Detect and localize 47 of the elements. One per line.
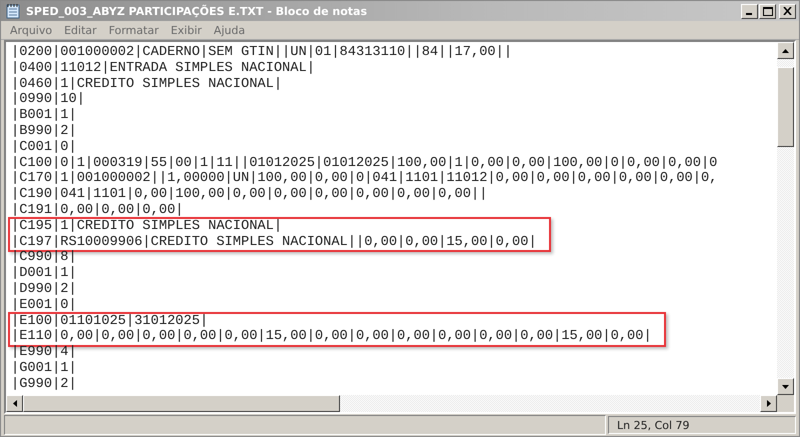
text-line: |C190|041|1101|0,00|100,00|0,00|0,00|0,00|0,00|0,00|0,00|| [11,187,488,203]
scroll-thumb[interactable] [23,395,340,412]
text-line: |C191|0,00|0,00|0,00| [11,202,184,219]
text-line: |E001|0| [11,298,78,314]
scroll-up-button[interactable] [777,42,794,59]
text-line: |D990|2| [11,282,78,298]
window-title: SPED_003_ABYZ PARTICIPAÇÕES E.TXT - Bloco de notas [26,4,368,18]
scroll-right-button[interactable] [760,395,777,412]
close-button[interactable] [779,4,796,18]
vertical-scrollbar[interactable] [777,42,794,395]
text-line: |0990|10| [11,92,86,108]
notepad-icon [6,3,20,19]
text-line: |D001|1| [11,266,78,282]
menu-item[interactable]: Ajuda [208,24,252,36]
text-line: |C990|8| [11,250,78,266]
scroll-down-button[interactable] [777,378,794,395]
right-arrow-icon [766,400,770,407]
text-line: |0460|1|CREDITO SIMPLES NACIONAL| [11,76,284,92]
cursor-position: Ln 25, Col 79 [608,416,796,434]
menu-item[interactable]: Formatar [102,24,165,36]
text-line: |0200|001000002|CADERNO|SEM GTIN||UN|01|84313110||84||17,00|| [11,45,514,61]
minimize-button[interactable] [741,4,758,18]
text-line: |E990|4| [11,345,78,361]
text-line: |C195|1|CREDITO SIMPLES NACIONAL| [11,218,284,235]
menu-item[interactable]: Editar [58,24,103,36]
text-line: |G990|2| [11,376,78,393]
horizontal-scrollbar[interactable] [6,395,777,412]
text-line: |0400|11012|ENTRADA SIMPLES NACIONAL| [11,60,316,77]
text-line: |C001|0| [11,140,78,156]
scroll-thumb[interactable] [777,67,794,147]
text-line: |G001|1| [11,360,78,377]
text-line: |E110|0,00|0,00|0,00|0,00|0,00|15,00|0,00|0,00|0,00|0,00|0,00|0,00|15,00|0,00| [11,329,652,345]
text-line: |C170|1|001000002||1,00000|UN|100,00|0,00|0|041|1101|11012|0,00|0,00|0,00|0,00|0,00|0, [11,171,718,187]
text-line: |C197|RS10009906|CREDITO SIMPLES NACIONAL||0,00|0,00|15,00|0,00| [11,234,537,250]
left-arrow-icon [12,400,16,407]
maximize-button[interactable] [759,4,776,18]
down-arrow-icon [782,384,789,388]
text-line: |B001|1| [11,108,78,124]
menu-item[interactable]: Exibir [164,24,208,36]
text-line: |B990|2| [11,124,78,140]
up-arrow-icon [782,48,789,52]
menu-item[interactable]: Arquivo [4,24,58,36]
maximize-icon [762,6,772,16]
text-line: |C100|0|1|000319|55|00|1|11||01012025|01012025|100,00|1|0,00|0,00|100,00|0|0,00|0,00|0 [11,156,718,171]
scroll-left-button[interactable] [6,395,23,412]
text-line: |E100|01101025|31012025| [11,314,210,329]
close-icon [783,7,792,15]
